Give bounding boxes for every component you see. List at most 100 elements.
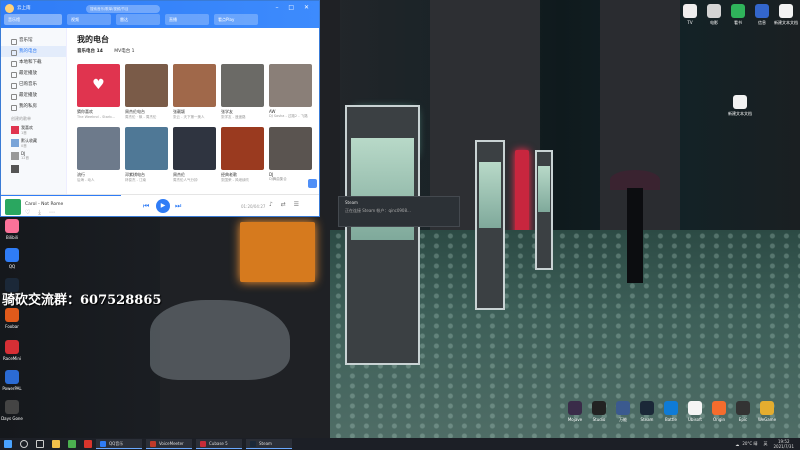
sidebar-item-private[interactable]: 我的私房 <box>1 101 66 112</box>
taskbar-app[interactable]: Cubase 5 <box>196 439 242 449</box>
desktop-icon[interactable]: QQ <box>0 248 32 269</box>
vending-machine-1 <box>345 105 420 365</box>
desktop-icon[interactable]: 新建文本文档 <box>720 95 760 117</box>
app-icon <box>150 440 156 447</box>
desktop-icon-label: Bilibili <box>6 235 18 240</box>
sidebar: 音乐馆 我的电台 本地和下载 最近播放 已购音乐 最近播放 我的私房 创建的歌单… <box>1 28 67 194</box>
task-view-icon[interactable] <box>36 440 44 448</box>
next-icon[interactable]: ⏭ <box>175 202 181 211</box>
desktop-icon[interactable]: RaceMini <box>0 340 32 361</box>
clock-date[interactable]: 2021/7/31 <box>773 444 794 449</box>
radio-card[interactable]: DJ DJ舞曲集合 <box>269 127 312 182</box>
app-icon <box>5 308 19 322</box>
sidebar-item-local[interactable]: 本地和下载 <box>1 57 66 68</box>
radio-card[interactable]: ♥ 猜你喜欢 The Weeknd - Starb... <box>77 64 120 119</box>
playlist-item[interactable] <box>1 163 66 176</box>
player-controls[interactable]: ♪ ⇄ ☰ <box>269 201 302 208</box>
app-icon <box>5 340 19 354</box>
radio-card[interactable]: 张学友 张学友 - 遥遥路 <box>221 64 264 120</box>
sidebar-item-recent[interactable]: 最近播放 <box>1 68 66 79</box>
app-icon <box>760 401 774 415</box>
heart-icon: ♥ <box>92 77 105 93</box>
radio-card[interactable]: 经典老歌 张国荣 - 风继续吹 <box>221 127 264 183</box>
tab-play[interactable]: 看点Play <box>214 14 258 25</box>
playlist-item[interactable]: 我喜欢 1首 <box>1 124 66 137</box>
desktop-icon[interactable]: Days Gone <box>0 400 32 421</box>
track-title: Carol - Not Rome <box>25 202 64 207</box>
radio-subtitle: DJ舞曲集合 <box>269 177 287 181</box>
radio-cover[interactable] <box>77 127 120 170</box>
playlist-name <box>21 163 66 164</box>
avatar[interactable] <box>5 4 14 13</box>
play-button[interactable]: ▶ <box>156 199 170 213</box>
tab-music-hall[interactable]: 音乐馆 <box>4 14 62 25</box>
tab-video[interactable]: 视频 <box>67 14 111 25</box>
desktop-icon[interactable]: PowerPAL <box>0 370 32 391</box>
tab-radar[interactable]: 雷达 <box>116 14 160 25</box>
weather-icon[interactable]: ☁ <box>735 442 739 447</box>
app-icon[interactable] <box>84 440 92 448</box>
radio-cover[interactable] <box>125 64 168 107</box>
search-input[interactable]: 搜索音乐/歌单/视频/节目 <box>86 5 160 13</box>
app-icon <box>5 248 19 262</box>
desktop-icon[interactable]: WeGame <box>747 401 787 422</box>
radio-cover[interactable] <box>173 64 216 107</box>
progress-bar[interactable] <box>1 195 121 196</box>
lang-indicator[interactable]: 英 <box>763 441 767 447</box>
search-icon[interactable] <box>20 440 28 448</box>
sidebar-item-purchased[interactable]: 已购音乐 <box>1 79 66 90</box>
radio-cover[interactable] <box>173 127 216 170</box>
desktop-icon-label: RaceMini <box>2 356 21 361</box>
track-time: 01:20/04:27 <box>241 204 266 209</box>
radio-card[interactable]: 流行 后海 - 动人 <box>77 127 120 183</box>
page-title: 我的电台 <box>77 35 109 44</box>
taskbar-app[interactable]: Steam <box>246 439 292 449</box>
app-icon <box>5 370 19 384</box>
sidebar-item-music-hall[interactable]: 音乐馆 <box>1 35 66 46</box>
playlist-cover <box>11 152 19 160</box>
radio-card[interactable]: 周杰伦 周杰伦人气分钟 <box>173 127 216 183</box>
browser-icon[interactable] <box>68 440 76 448</box>
desktop-icon[interactable]: 新建文本文档 <box>766 4 800 26</box>
system-tray: ☁ 20°C 晴 英 19:52 2021/7/31 <box>735 439 800 449</box>
window-controls[interactable]: – □ ✕ <box>275 4 313 11</box>
overlay-text: 骑砍交流群：607528865 <box>2 293 162 308</box>
radio-card[interactable]: 周杰伦电台 周杰伦 · 枫 - 周杰伦 <box>125 64 168 120</box>
desktop-icon[interactable]: Bilibili <box>0 219 32 240</box>
desktop: Bilibili QQ Steam Foobar RaceMini PowerPAL Day… <box>0 0 800 438</box>
app-icon <box>200 440 206 447</box>
radio-cover[interactable] <box>221 127 264 170</box>
radio-subtitle: 周杰伦人气分钟 <box>173 178 198 182</box>
file-explorer-icon[interactable] <box>52 440 60 448</box>
playlist-item[interactable]: DJ 12首 <box>1 150 66 163</box>
radio-cover[interactable] <box>269 64 312 107</box>
radio-card[interactable]: AW DJ Sasha - 过路2 - 飞路 <box>269 64 312 119</box>
album-thumb[interactable] <box>5 199 21 215</box>
scroll-top-button[interactable] <box>308 179 317 188</box>
desktop-icon-label: WeGame <box>757 417 777 422</box>
taskbar-app[interactable]: VoiceMeeter <box>146 439 192 449</box>
radio-card[interactable]: 张靓颖 张云 - 天下第一美人 <box>173 64 216 120</box>
playlist-item[interactable]: 默认收藏 0首 <box>1 137 66 150</box>
radio-cover[interactable] <box>221 64 264 107</box>
playlist-list: 我喜欢 1首 默认收藏 0首 DJ 12首 <box>1 124 66 176</box>
radio-subtitle: The Weeknd - Starb... <box>77 115 115 119</box>
radio-cover[interactable]: ♥ <box>77 64 120 107</box>
radio-card[interactable]: 邓紫棋电台 林俊杰 - 江南 <box>125 127 168 183</box>
radio-cover[interactable] <box>125 127 168 170</box>
sidebar-item-recent-play[interactable]: 最近播放 <box>1 90 66 101</box>
desktop-icon-label: PowerPAL <box>2 386 22 391</box>
radio-cover[interactable] <box>269 127 312 170</box>
track-actions[interactable]: ♡ ⤓ ⋯ <box>25 209 58 216</box>
tab-live[interactable]: 直播 <box>165 14 209 25</box>
prev-icon[interactable]: ⏮ <box>143 202 149 211</box>
windows-start-icon[interactable] <box>4 440 12 448</box>
tab-music-radio[interactable]: 音乐电台 14 <box>77 49 103 54</box>
taskbar-app[interactable]: QQ音乐 <box>96 439 142 449</box>
steam-notification[interactable]: Steam 正在连接 Steam 帐户：qinc0908... <box>338 196 460 227</box>
desktop-icon-label: Days Gone <box>1 416 23 421</box>
taskbar-app-label: Cubase 5 <box>209 441 228 446</box>
tab-mv-radio[interactable]: MV电台 1 <box>114 49 134 54</box>
desktop-icon[interactable]: Foobar <box>0 308 32 329</box>
sidebar-item-my-radio[interactable]: 我的电台 <box>1 46 66 57</box>
